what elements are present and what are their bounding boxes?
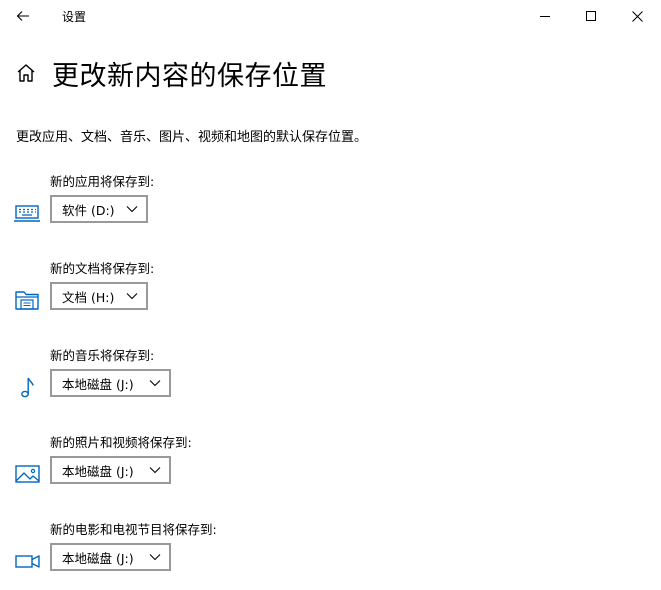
documents-location-dropdown[interactable]: 文档 (H:)	[50, 282, 148, 310]
folder-icon	[15, 291, 39, 310]
page-title: 更改新内容的保存位置	[52, 61, 327, 92]
dropdown-value: 本地磁盘 (J:)	[62, 376, 134, 392]
keyboard-icon	[14, 205, 40, 222]
home-icon[interactable]	[14, 61, 38, 85]
setting-label: 新的照片和视频将保存到:	[50, 435, 192, 450]
setting-movies-tv: 新的电影和电视节目将保存到: 本地磁盘 (J:)	[0, 519, 661, 589]
image-icon	[15, 465, 40, 483]
chevron-down-icon	[126, 293, 138, 300]
setting-label: 新的音乐将保存到:	[50, 348, 155, 363]
setting-label: 新的应用将保存到:	[50, 174, 155, 189]
setting-documents: 新的文档将保存到: 文档 (H:)	[0, 258, 661, 328]
close-button[interactable]	[614, 0, 660, 32]
dropdown-value: 文档 (H:)	[62, 289, 115, 305]
dropdown-value: 本地磁盘 (J:)	[62, 463, 134, 479]
back-button[interactable]	[8, 2, 38, 30]
settings-window: 设置 更改新内容的保存位置 更改应用、文档、音乐、图片、视频和地图的默认保存位置…	[0, 0, 661, 590]
minimize-button[interactable]	[522, 0, 568, 32]
video-camera-icon	[15, 555, 40, 568]
apps-location-dropdown[interactable]: 软件 (D:)	[50, 195, 148, 223]
back-arrow-icon	[16, 11, 29, 21]
close-icon	[631, 10, 643, 22]
title-bar: 设置	[0, 0, 661, 32]
minimize-icon	[540, 16, 550, 17]
window-title: 设置	[62, 10, 87, 24]
setting-photos-videos: 新的照片和视频将保存到: 本地磁盘 (J:)	[0, 432, 661, 502]
setting-label: 新的电影和电视节目将保存到:	[50, 522, 217, 537]
maximize-button[interactable]	[568, 0, 614, 32]
music-location-dropdown[interactable]: 本地磁盘 (J:)	[50, 369, 171, 397]
setting-label: 新的文档将保存到:	[50, 261, 155, 276]
movies-tv-location-dropdown[interactable]: 本地磁盘 (J:)	[50, 543, 171, 571]
setting-apps: 新的应用将保存到: 软件 (D:)	[0, 171, 661, 241]
dropdown-value: 软件 (D:)	[62, 202, 115, 218]
chevron-down-icon	[149, 467, 161, 474]
chevron-down-icon	[126, 206, 138, 213]
setting-music: 新的音乐将保存到: 本地磁盘 (J:)	[0, 345, 661, 415]
chevron-down-icon	[149, 554, 161, 561]
chevron-down-icon	[149, 380, 161, 387]
page-description: 更改应用、文档、音乐、图片、视频和地图的默认保存位置。	[16, 130, 368, 145]
photos-videos-location-dropdown[interactable]: 本地磁盘 (J:)	[50, 456, 171, 484]
music-note-icon	[21, 377, 34, 398]
dropdown-value: 本地磁盘 (J:)	[62, 550, 134, 566]
maximize-icon	[586, 11, 596, 21]
